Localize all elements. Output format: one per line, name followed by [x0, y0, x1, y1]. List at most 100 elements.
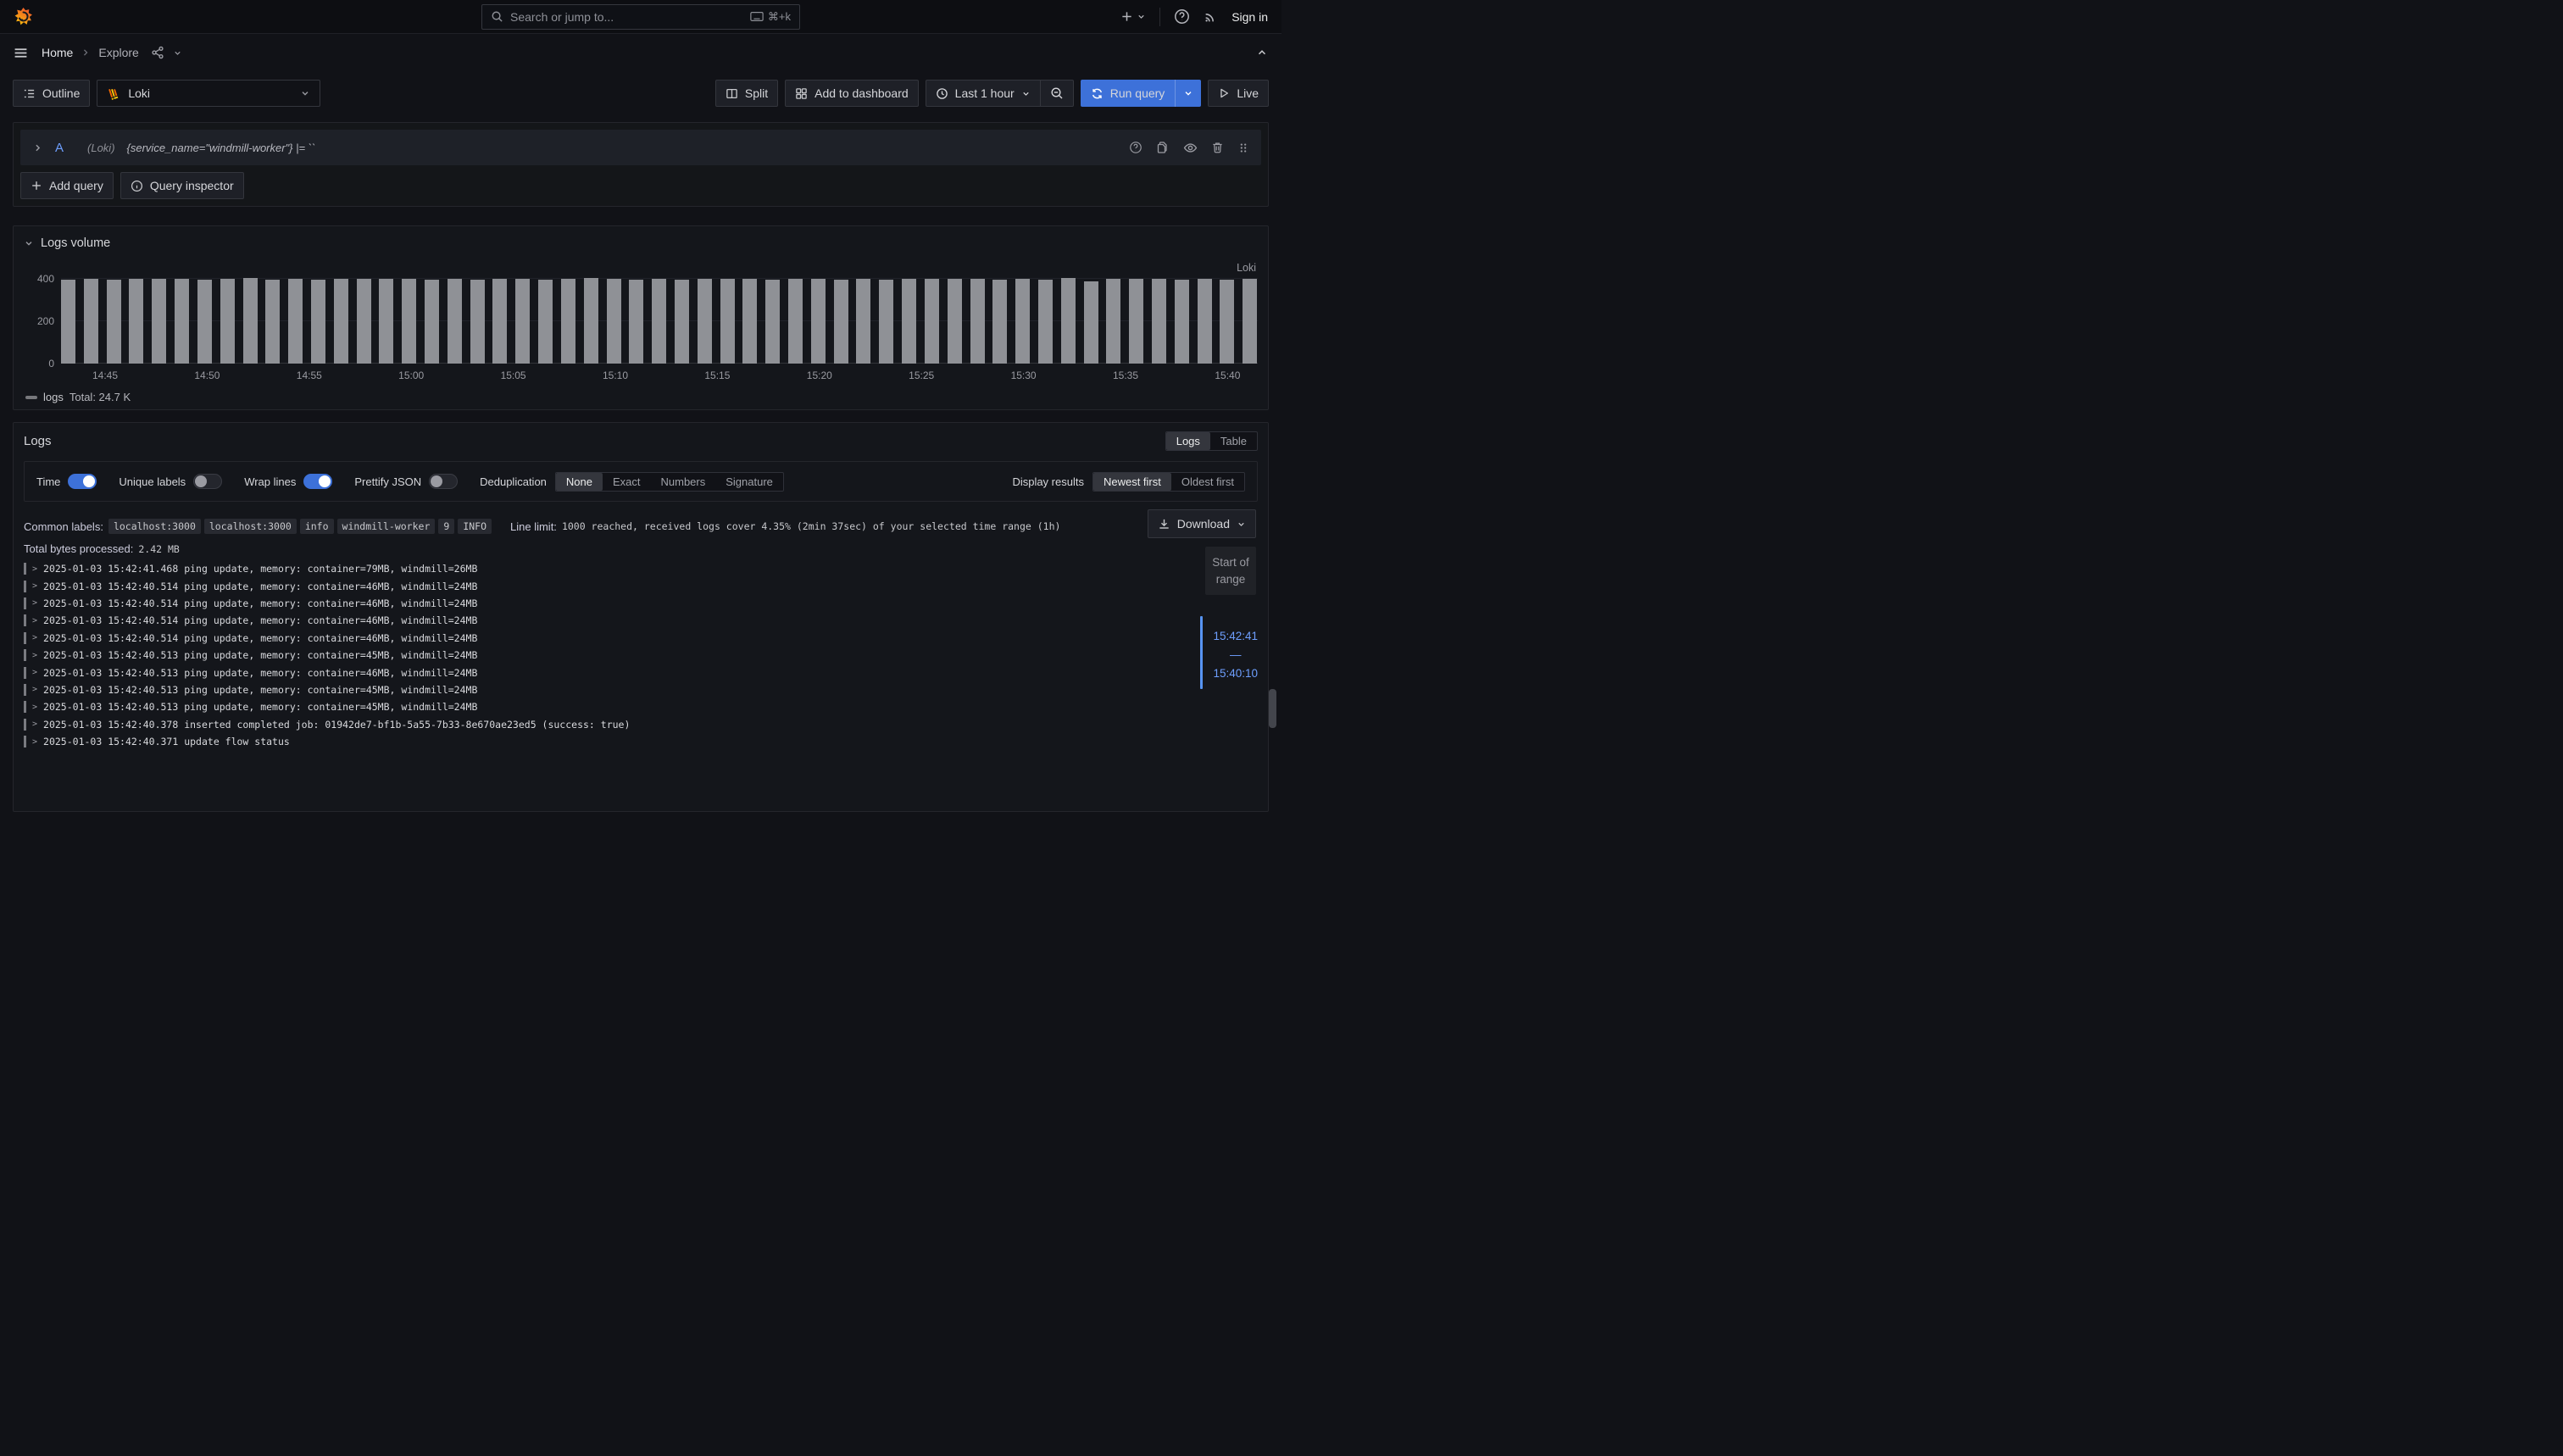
- search-placeholder: Search or jump to...: [510, 10, 743, 24]
- query-expression[interactable]: {service_name="windmill-worker"} |= ``: [127, 142, 316, 154]
- split-label: Split: [745, 86, 768, 100]
- toggle-switch-wrap-lines[interactable]: [303, 474, 332, 489]
- logs-volume-header[interactable]: Logs volume: [24, 233, 1258, 253]
- dedup-option-signature[interactable]: Signature: [715, 473, 783, 491]
- log-line-text: 2025-01-03 15:42:40.371 update flow stat…: [43, 736, 290, 747]
- zoom-out-time-button[interactable]: [1040, 81, 1073, 106]
- log-row[interactable]: >2025-01-03 15:42:40.378 inserted comple…: [24, 716, 1258, 733]
- toggle-label-unique-labels: Unique labels: [119, 475, 186, 488]
- volume-bar: [334, 279, 348, 364]
- eye-icon[interactable]: [1183, 141, 1198, 155]
- search-input[interactable]: Search or jump to... ⌘+k: [481, 4, 800, 30]
- log-row[interactable]: >2025-01-03 15:42:40.513 ping update, me…: [24, 681, 1258, 698]
- log-line-text: 2025-01-03 15:42:40.513 ping update, mem…: [43, 649, 477, 661]
- copy-icon[interactable]: [1156, 141, 1170, 154]
- add-to-dashboard-button[interactable]: Add to dashboard: [785, 80, 919, 107]
- range-indicator: 15:42:41 — 15:40:10: [1200, 616, 1258, 689]
- log-row[interactable]: >2025-01-03 15:42:40.514 ping update, me…: [24, 595, 1258, 612]
- datasource-picker[interactable]: Loki: [97, 80, 320, 107]
- total-bytes-value: 2.42 MB: [138, 543, 179, 555]
- outline-button[interactable]: Outline: [13, 80, 90, 107]
- log-row[interactable]: >2025-01-03 15:42:40.514 ping update, me…: [24, 577, 1258, 594]
- log-level-bar: [24, 581, 26, 592]
- log-level-bar: [24, 614, 26, 626]
- log-row[interactable]: >2025-01-03 15:42:40.371 update flow sta…: [24, 733, 1258, 750]
- volume-bar: [879, 280, 893, 364]
- x-axis-tick: 15:40: [1215, 370, 1240, 381]
- expand-chevron-icon: >: [32, 633, 37, 642]
- volume-bar: [1198, 279, 1212, 364]
- view-mode-logs[interactable]: Logs: [1166, 432, 1210, 450]
- display-option-newest-first[interactable]: Newest first: [1093, 473, 1171, 491]
- deduplication-group: Deduplication NoneExactNumbersSignature: [480, 472, 784, 492]
- volume-bar: [61, 280, 75, 364]
- dedup-option-exact[interactable]: Exact: [603, 473, 651, 491]
- log-row[interactable]: >2025-01-03 15:42:40.514 ping update, me…: [24, 630, 1258, 647]
- common-labels-label: Common labels:: [24, 520, 103, 533]
- log-row[interactable]: >2025-01-03 15:42:41.468 ping update, me…: [24, 560, 1258, 577]
- view-mode-table[interactable]: Table: [1210, 432, 1257, 450]
- range-from-time[interactable]: 15:42:41: [1213, 630, 1258, 642]
- log-row[interactable]: >2025-01-03 15:42:40.513 ping update, me…: [24, 647, 1258, 664]
- help-icon[interactable]: [1174, 8, 1190, 25]
- add-query-button[interactable]: Add query: [20, 172, 114, 199]
- expand-chevron-icon: >: [32, 703, 37, 712]
- chevron-up-icon[interactable]: [1256, 47, 1268, 58]
- live-button[interactable]: Live: [1208, 80, 1269, 107]
- menu-icon[interactable]: [14, 46, 28, 60]
- common-label-badge: localhost:3000: [204, 519, 297, 534]
- volume-bar: [492, 279, 507, 364]
- breadcrumb-home[interactable]: Home: [42, 46, 73, 59]
- toggle-switch-prettify-json[interactable]: [429, 474, 458, 489]
- run-query-options-button[interactable]: [1175, 80, 1201, 107]
- log-row[interactable]: >2025-01-03 15:42:40.513 ping update, me…: [24, 664, 1258, 681]
- info-circle-icon: [131, 180, 143, 192]
- scrollbar-thumb[interactable]: [1269, 689, 1276, 728]
- expand-chevron-icon: >: [32, 685, 37, 694]
- x-axis-tick: 14:45: [92, 370, 118, 381]
- dedup-option-none[interactable]: None: [556, 473, 603, 491]
- query-inspector-button[interactable]: Query inspector: [120, 172, 244, 199]
- toggle-switch-time[interactable]: [68, 474, 97, 489]
- new-menu-button[interactable]: [1120, 10, 1146, 23]
- log-row[interactable]: >2025-01-03 15:42:40.513 ping update, me…: [24, 698, 1258, 715]
- switch-knob: [195, 475, 207, 487]
- legend-series-name[interactable]: logs: [43, 391, 64, 403]
- query-ref-id[interactable]: A: [55, 141, 64, 155]
- display-option-oldest-first[interactable]: Oldest first: [1171, 473, 1244, 491]
- grafana-logo-icon[interactable]: [14, 7, 33, 26]
- deduplication-label: Deduplication: [480, 475, 547, 488]
- volume-bar: [811, 279, 826, 364]
- volume-bar: [856, 279, 870, 364]
- log-line-text: 2025-01-03 15:42:40.513 ping update, mem…: [43, 701, 477, 713]
- outline-icon: [23, 87, 36, 100]
- range-to-time[interactable]: 15:40:10: [1213, 667, 1258, 680]
- split-button[interactable]: Split: [715, 80, 778, 107]
- news-rss-icon[interactable]: [1204, 9, 1218, 24]
- play-icon: [1218, 87, 1230, 99]
- breadcrumb-explore[interactable]: Explore: [98, 46, 138, 59]
- run-query-button[interactable]: Run query: [1081, 80, 1176, 107]
- chart-series-label: Loki: [1237, 262, 1256, 274]
- start-of-range-button[interactable]: Start of range: [1205, 547, 1256, 595]
- time-range-button[interactable]: Last 1 hour: [926, 81, 1040, 106]
- legend-total: Total: 24.7 K: [69, 391, 131, 403]
- log-line-text: 2025-01-03 15:42:40.514 ping update, mem…: [43, 614, 477, 626]
- volume-bar: [107, 280, 121, 364]
- chevron-down-icon[interactable]: [173, 48, 182, 58]
- sign-in-link[interactable]: Sign in: [1231, 10, 1268, 24]
- chevron-down-icon: [1021, 89, 1031, 98]
- log-row[interactable]: >2025-01-03 15:42:40.514 ping update, me…: [24, 612, 1258, 629]
- share-icon[interactable]: [151, 46, 164, 59]
- query-help-icon[interactable]: [1129, 141, 1143, 154]
- volume-bar: [902, 279, 916, 364]
- chevron-right-icon[interactable]: [32, 142, 43, 153]
- volume-bar: [425, 280, 439, 364]
- download-button[interactable]: Download: [1148, 509, 1256, 538]
- drag-handle-icon[interactable]: [1237, 142, 1249, 154]
- logs-title: Logs: [24, 434, 52, 448]
- trash-icon[interactable]: [1211, 141, 1224, 154]
- dedup-option-numbers[interactable]: Numbers: [651, 473, 716, 491]
- toggle-switch-unique-labels[interactable]: [193, 474, 222, 489]
- keyboard-icon: [750, 11, 764, 22]
